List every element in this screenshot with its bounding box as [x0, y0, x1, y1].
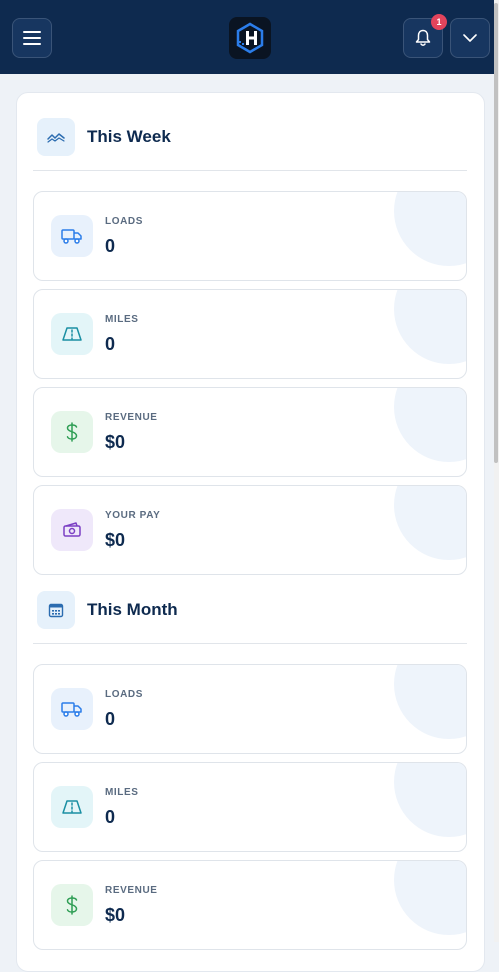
- stat-card-month-loads: LOADS 0: [33, 664, 467, 754]
- stat-label: REVENUE: [105, 885, 158, 896]
- stat-label: MILES: [105, 787, 139, 798]
- section-header-week: This Week: [37, 118, 171, 156]
- stat-card-week-loads: LOADS 0: [33, 191, 467, 281]
- section-header-month: This Month: [37, 591, 178, 629]
- stat-card-month-miles: MILES 0: [33, 762, 467, 852]
- menu-button[interactable]: [12, 18, 52, 58]
- section-divider: [33, 643, 467, 644]
- scrollbar-thumb[interactable]: [494, 3, 498, 463]
- card-decoration: [394, 763, 466, 837]
- card-decoration: [394, 486, 466, 560]
- stat-label: MILES: [105, 314, 139, 325]
- stat-value: 0: [105, 334, 116, 354]
- stat-card-week-revenue: REVENUE $0: [33, 387, 467, 477]
- trend-line-icon: [37, 118, 75, 156]
- stat-value: $0: [105, 432, 126, 452]
- card-decoration: [394, 665, 466, 739]
- dollar-icon: [51, 411, 93, 453]
- app-logo[interactable]: [229, 17, 271, 59]
- notification-badge: 1: [431, 14, 447, 30]
- calendar-icon: [37, 591, 75, 629]
- card-decoration: [394, 192, 466, 266]
- section-divider: [33, 170, 467, 171]
- logo-icon: [236, 22, 264, 54]
- stat-label: LOADS: [105, 216, 143, 227]
- road-icon: [51, 786, 93, 828]
- card-decoration: [394, 290, 466, 364]
- hamburger-icon: [23, 31, 41, 45]
- chevron-down-icon: [463, 34, 477, 42]
- cash-icon: [51, 509, 93, 551]
- bell-icon: [415, 29, 431, 46]
- stat-label: REVENUE: [105, 412, 158, 423]
- account-menu-button[interactable]: [450, 18, 490, 58]
- stat-card-week-your-pay: YOUR PAY $0: [33, 485, 467, 575]
- card-decoration: [394, 861, 466, 935]
- stat-value: 0: [105, 807, 116, 827]
- stat-value: 0: [105, 236, 116, 256]
- section-title-week: This Week: [87, 127, 171, 146]
- card-decoration: [394, 388, 466, 462]
- truck-icon: [51, 215, 93, 257]
- stat-card-month-revenue: REVENUE $0: [33, 860, 467, 950]
- dollar-icon: [51, 884, 93, 926]
- truck-icon: [51, 688, 93, 730]
- stat-value: $0: [105, 530, 126, 550]
- stat-label: YOUR PAY: [105, 510, 161, 521]
- stat-value: $0: [105, 905, 126, 925]
- stat-label: LOADS: [105, 689, 143, 700]
- stat-card-week-miles: MILES 0: [33, 289, 467, 379]
- section-title-month: This Month: [87, 600, 178, 619]
- stat-value: 0: [105, 709, 116, 729]
- road-icon: [51, 313, 93, 355]
